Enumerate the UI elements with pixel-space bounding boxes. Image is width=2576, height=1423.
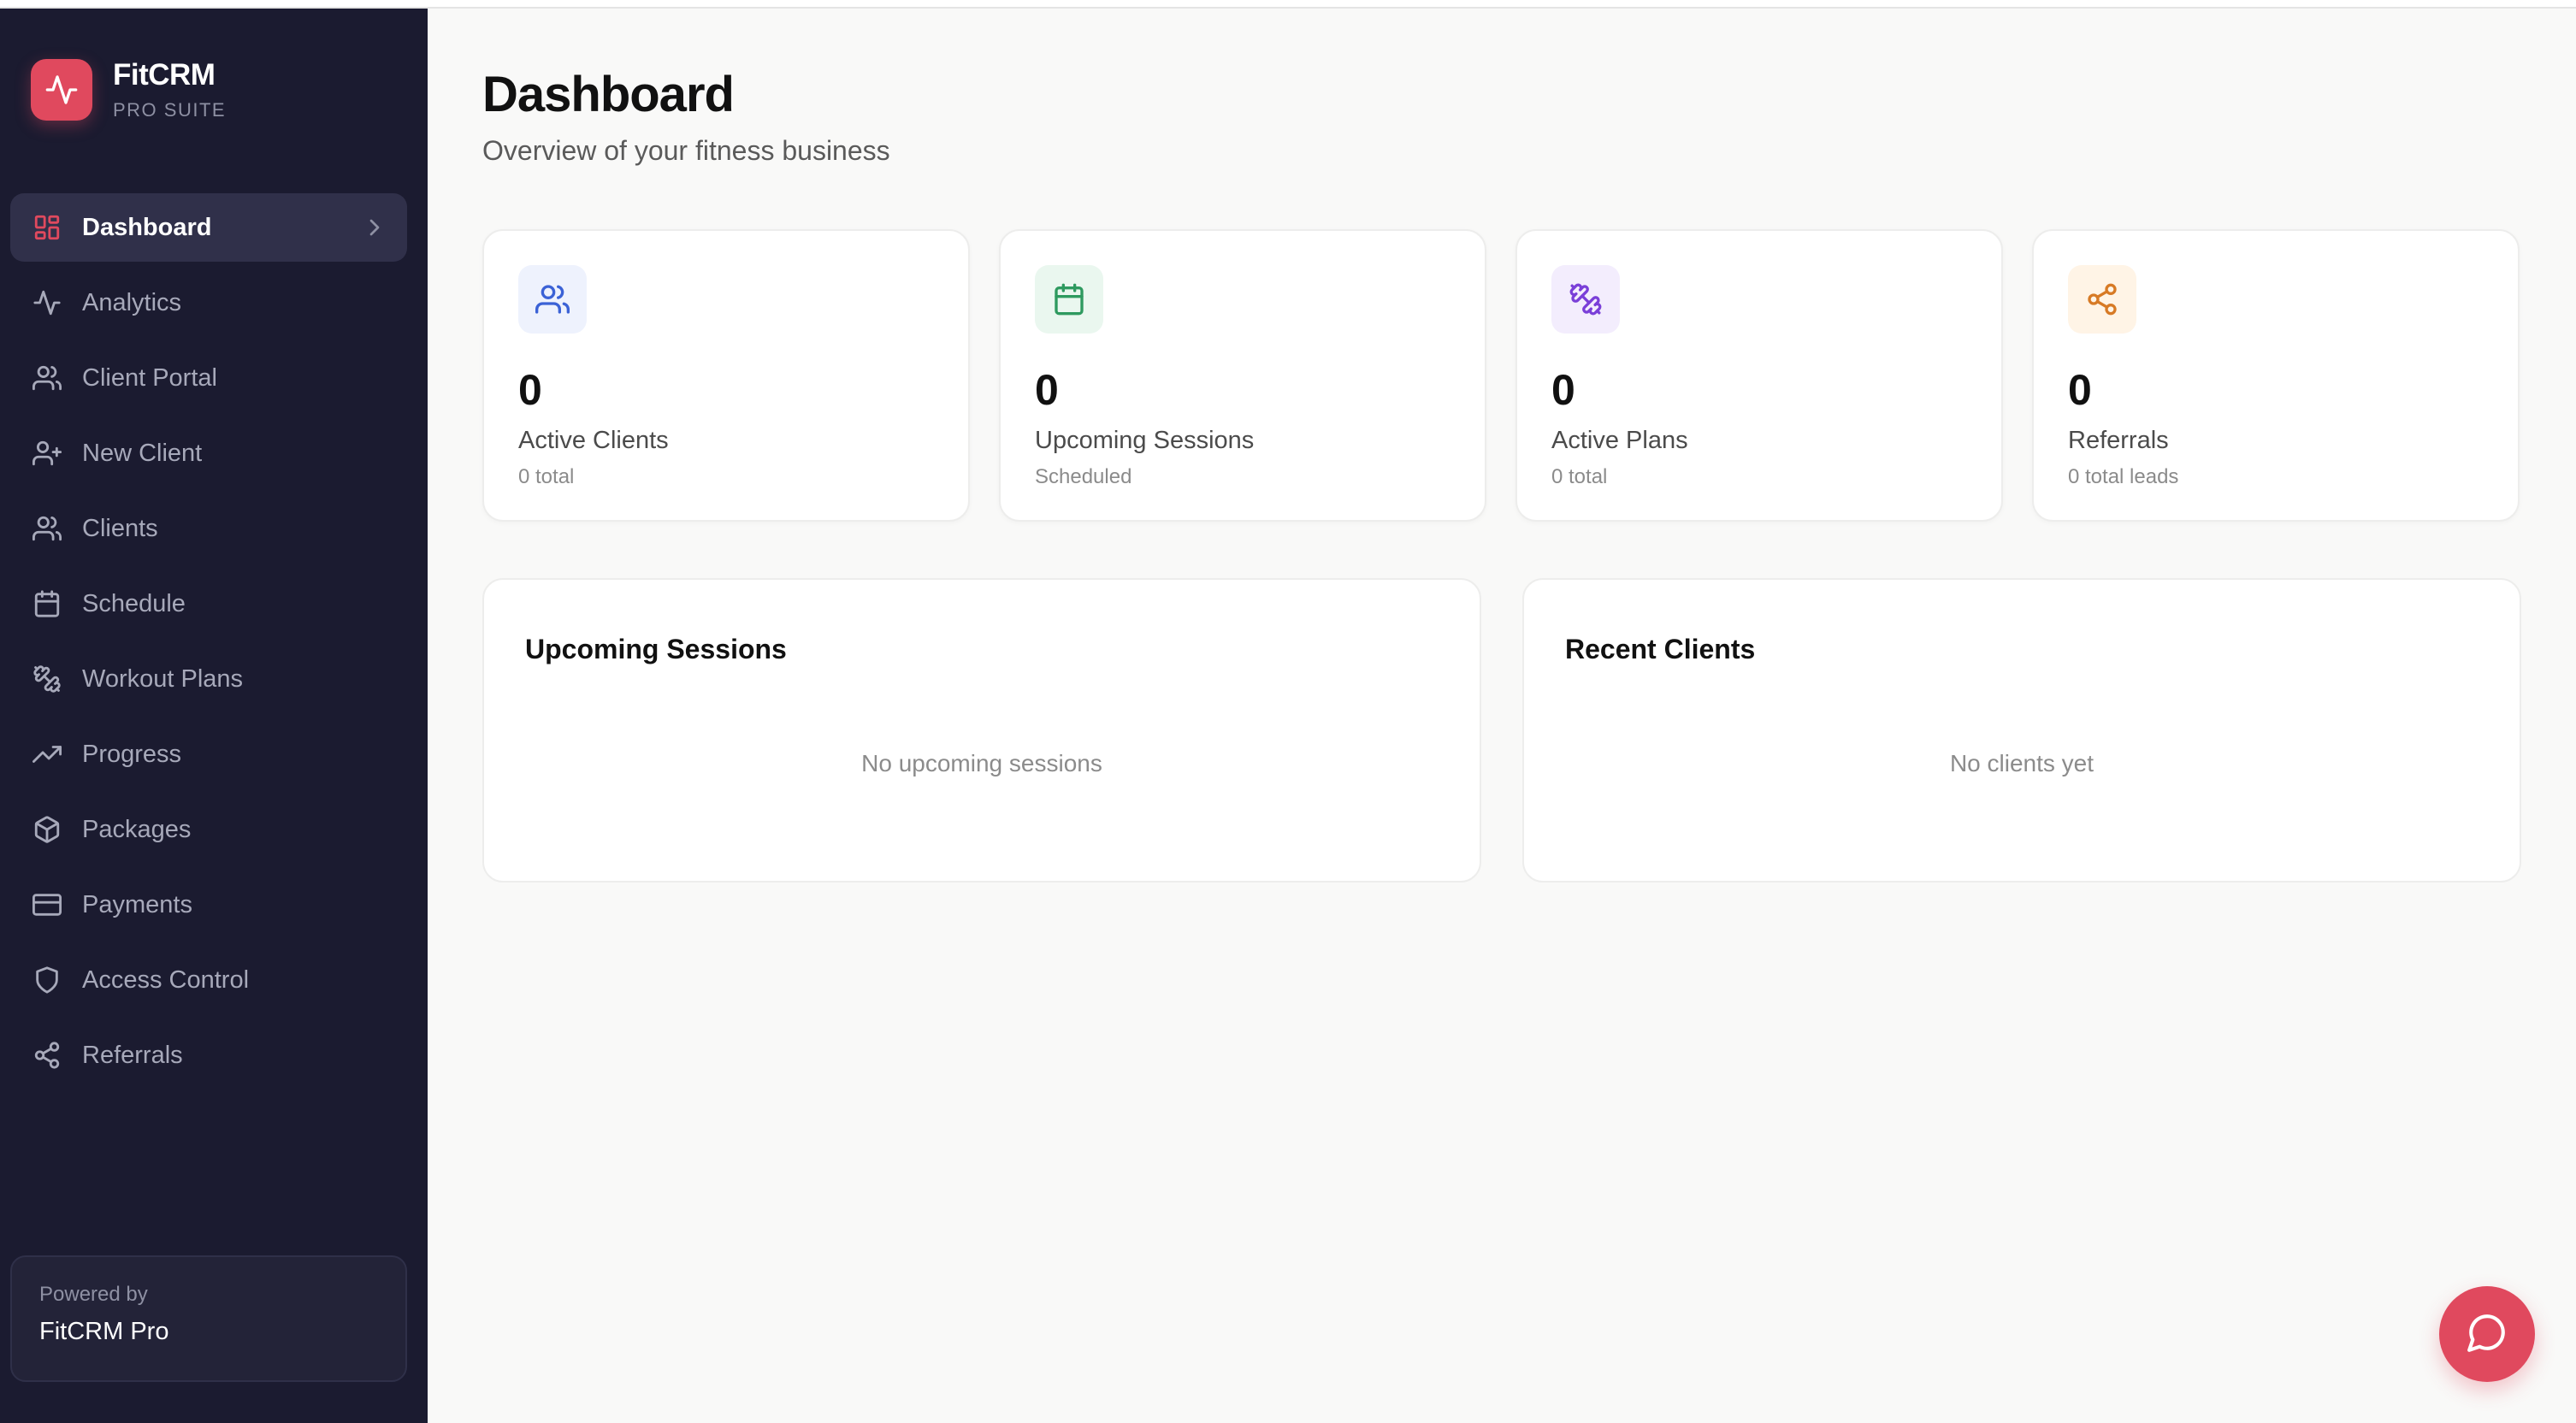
empty-state-text: No upcoming sessions (861, 750, 1102, 776)
credit-card-icon (31, 889, 63, 921)
shield-icon (31, 964, 63, 996)
stat-value: 0 (1551, 366, 1575, 414)
sidebar-item-label: Clients (82, 514, 158, 542)
brand[interactable]: FitCRM PRO SUITE (31, 58, 226, 121)
sidebar-item-new-client[interactable]: New Client (10, 419, 407, 487)
panel-title: Recent Clients (1565, 634, 1756, 664)
brand-subtitle: PRO SUITE (113, 99, 227, 121)
share-icon (31, 1039, 63, 1072)
stat-value: 0 (518, 366, 542, 414)
sidebar-item-payments[interactable]: Payments (10, 871, 407, 939)
stat-label: Upcoming Sessions (1035, 427, 1255, 454)
sidebar-item-label: Dashboard (82, 213, 212, 241)
sidebar-item-label: Client Portal (82, 363, 217, 392)
sidebar-item-label: Payments (82, 890, 192, 918)
recent-clients-panel: Recent Clients No clients yet (1522, 578, 2521, 883)
brand-name: FitCRM (113, 58, 216, 92)
stat-label: Active Plans (1551, 427, 1688, 454)
main-content: Dashboard Overview of your fitness busin… (428, 9, 2576, 1423)
dumbbell-icon (31, 663, 63, 695)
sidebar-item-packages[interactable]: Packages (10, 795, 407, 864)
user-plus-icon (31, 437, 63, 469)
sidebar-item-label: Access Control (82, 965, 250, 994)
sidebar-item-dashboard[interactable]: Dashboard (10, 193, 407, 262)
page-title: Dashboard (482, 67, 735, 122)
stat-value: 0 (1035, 366, 1059, 414)
sidebar-item-referrals[interactable]: Referrals (10, 1021, 407, 1089)
empty-state-text: No clients yet (1949, 750, 2094, 776)
sidebar-item-clients[interactable]: Clients (10, 494, 407, 563)
app-root: FitCRM PRO SUITE Dashboard Analytics Cli… (0, 0, 2576, 1423)
sidebar-item-progress[interactable]: Progress (10, 720, 407, 788)
stat-card-referrals[interactable]: 0 Referrals 0 total leads (2032, 229, 2520, 522)
sidebar-item-label: New Client (82, 439, 203, 467)
users-icon (31, 362, 63, 394)
sidebar-item-schedule[interactable]: Schedule (10, 570, 407, 638)
sidebar: FitCRM PRO SUITE Dashboard Analytics Cli… (0, 9, 428, 1423)
stat-value: 0 (2068, 366, 2092, 414)
powered-by-label: Powered by (39, 1283, 148, 1306)
stat-label: Active Clients (518, 427, 669, 454)
share-icon (2068, 265, 2136, 334)
stat-label: Referrals (2068, 427, 2169, 454)
sidebar-item-label: Packages (82, 815, 192, 843)
sidebar-item-workout-plans[interactable]: Workout Plans (10, 645, 407, 713)
chat-button[interactable] (2439, 1286, 2535, 1382)
trending-up-icon (31, 738, 63, 771)
sidebar-item-label: Schedule (82, 589, 186, 617)
sidebar-item-label: Progress (82, 740, 182, 768)
stat-card-upcoming-sessions[interactable]: 0 Upcoming Sessions Scheduled (999, 229, 1486, 522)
upcoming-sessions-panel: Upcoming Sessions No upcoming sessions (482, 578, 1481, 883)
sidebar-item-label: Workout Plans (82, 664, 244, 693)
sidebar-nav: Dashboard Analytics Client Portal New Cl… (10, 193, 407, 1096)
powered-by-card: Powered by FitCRM Pro (10, 1255, 407, 1382)
sidebar-item-label: Referrals (82, 1041, 183, 1069)
panel-title: Upcoming Sessions (525, 634, 787, 664)
users-icon (518, 265, 587, 334)
sidebar-item-label: Analytics (82, 288, 182, 316)
users-icon (31, 512, 63, 545)
powered-by-name: FitCRM Pro (39, 1318, 169, 1345)
stat-sub: 0 total (1551, 465, 1608, 488)
chat-bubble-icon (2466, 1311, 2508, 1358)
stat-sub: 0 total (518, 465, 575, 488)
stat-card-active-clients[interactable]: 0 Active Clients 0 total (482, 229, 970, 522)
stat-sub: Scheduled (1035, 465, 1132, 488)
activity-logo-icon (31, 59, 92, 121)
stat-card-active-plans[interactable]: 0 Active Plans 0 total (1515, 229, 2003, 522)
dumbbell-icon (1551, 265, 1620, 334)
top-border (0, 0, 2576, 9)
package-icon (31, 813, 63, 846)
page-subtitle: Overview of your fitness business (482, 135, 890, 166)
dashboard-grid-icon (31, 211, 63, 244)
calendar-icon (1035, 265, 1103, 334)
activity-icon (31, 286, 63, 319)
stat-sub: 0 total leads (2068, 465, 2179, 488)
chevron-right-icon (361, 214, 388, 241)
sidebar-item-analytics[interactable]: Analytics (10, 269, 407, 337)
calendar-icon (31, 588, 63, 620)
sidebar-item-client-portal[interactable]: Client Portal (10, 344, 407, 412)
sidebar-item-access-control[interactable]: Access Control (10, 946, 407, 1014)
